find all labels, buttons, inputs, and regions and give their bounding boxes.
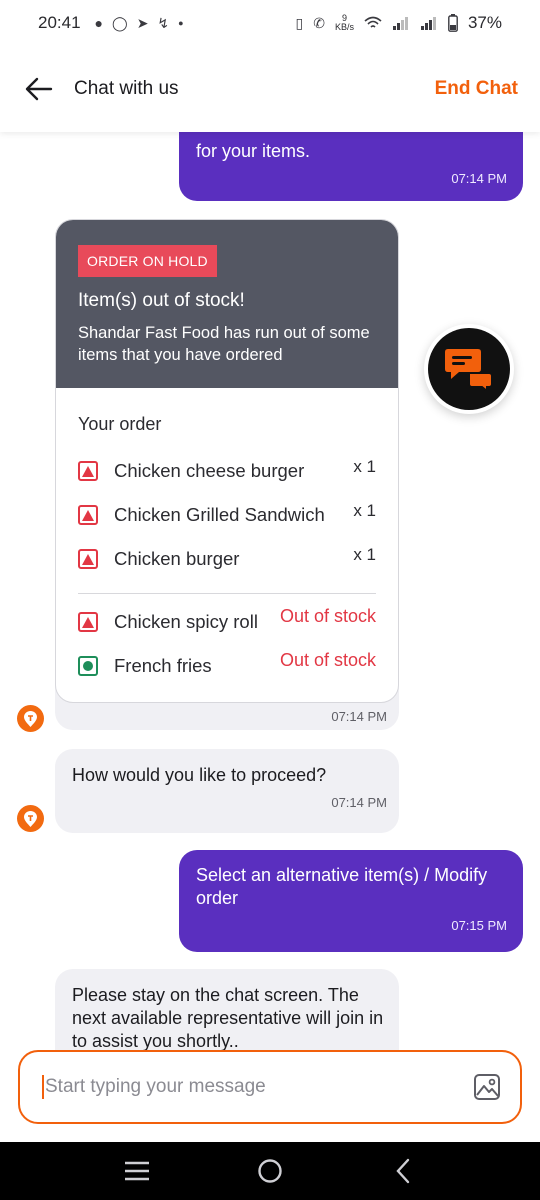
message-notification-icon: ●: [94, 15, 104, 31]
out-of-stock-item: French fries Out of stock: [78, 644, 376, 688]
out-of-stock-label: Out of stock: [279, 650, 376, 670]
swiggy-logo-icon: [17, 705, 44, 732]
battery-icon: [448, 14, 458, 32]
chat-header: Chat with us End Chat: [0, 46, 540, 132]
item-name: Chicken cheese burger: [114, 460, 305, 481]
order-item: Chicken cheese burger x 1: [78, 449, 376, 493]
order-on-hold-card: ORDER ON HOLD Item(s) out of stock! Shan…: [55, 219, 399, 703]
message-time: 07:14 PM: [331, 709, 387, 724]
telegram-icon: ➤: [136, 14, 149, 31]
item-quantity: x 1: [353, 545, 376, 564]
message-text: How would you like to proceed?: [72, 765, 327, 785]
out-of-stock-label: Out of stock: [279, 606, 376, 626]
item-name: Chicken burger: [114, 548, 240, 569]
back-arrow-icon: [25, 77, 53, 101]
order-item: Chicken Grilled Sandwich x 1: [78, 493, 376, 537]
recents-button[interactable]: [117, 1151, 157, 1191]
end-chat-button[interactable]: End Chat: [435, 78, 518, 100]
message-composer: [0, 1050, 540, 1142]
divider: [78, 593, 376, 594]
nav-recents-icon: [124, 1161, 149, 1181]
order-card-header: ORDER ON HOLD Item(s) out of stock! Shan…: [56, 220, 398, 388]
user-message-bubble: for your items. 07:14 PM: [179, 132, 523, 201]
order-item: Chicken burger x 1: [78, 537, 376, 581]
network-speed: 9 KB/s: [335, 14, 354, 32]
system-icons: ▯ ✆ 9 KB/s 37%: [296, 13, 503, 33]
swiggy-notification-icon: ↯: [157, 14, 170, 31]
your-order-label: Your order: [78, 414, 162, 434]
nav-home-icon: [258, 1159, 282, 1183]
out-of-stock-title: Item(s) out of stock!: [78, 290, 245, 311]
attach-image-button[interactable]: [472, 1072, 502, 1102]
wifi-icon: [364, 16, 382, 28]
message-text: for your items.: [196, 141, 311, 161]
item-name: French fries: [114, 655, 212, 676]
more-notifications-dot-icon: ●: [178, 18, 184, 28]
message-input-container[interactable]: [18, 1050, 522, 1124]
image-icon: [474, 1074, 500, 1100]
home-button[interactable]: [250, 1151, 290, 1191]
out-of-stock-description: Shandar Fast Food has run out of some it…: [78, 324, 370, 364]
non-veg-icon: [78, 612, 98, 632]
battery-percent: 37%: [467, 13, 502, 32]
volte-call-icon: ✆: [313, 14, 325, 31]
message-time: 07:15 PM: [451, 918, 507, 933]
bot-message-bubble: How would you like to proceed? 07:14 PM: [55, 749, 399, 833]
message-time: 07:14 PM: [331, 795, 387, 810]
non-veg-icon: [78, 549, 98, 569]
message-input[interactable]: [45, 1076, 472, 1098]
back-nav-button[interactable]: [383, 1151, 423, 1191]
item-quantity: x 1: [353, 457, 376, 476]
chat-support-icon: [428, 328, 510, 410]
message-text: Select an alternative item(s) / Modify o…: [196, 865, 488, 908]
order-items: Your order Chicken cheese burger x 1 Chi…: [56, 388, 398, 688]
floating-chat-support-button[interactable]: [424, 324, 514, 414]
user-message-bubble: Select an alternative item(s) / Modify o…: [179, 850, 523, 952]
order-status-message: ORDER ON HOLD Item(s) out of stock! Shan…: [55, 219, 399, 730]
chat-messages[interactable]: for your items. 07:14 PM ORDER ON HOLD I…: [0, 132, 540, 1050]
message-text: Please stay on the chat screen. The next…: [72, 985, 384, 1050]
item-name: Chicken spicy roll: [114, 611, 258, 632]
non-veg-icon: [78, 505, 98, 525]
signal-2-icon: [420, 17, 436, 30]
status-bar: 20:41 ● ◯ ➤ ↯ ● ▯ ✆ 9 KB/s 37%: [0, 0, 540, 46]
item-name: Chicken Grilled Sandwich: [114, 504, 325, 525]
status-time: 20:41: [38, 13, 81, 32]
vibrate-icon: ▯: [295, 14, 304, 31]
bot-message-bubble: Please stay on the chat screen. The next…: [55, 969, 399, 1050]
out-of-stock-item: Chicken spicy roll Out of stock: [78, 600, 376, 644]
system-navigation-bar: [0, 1142, 540, 1200]
text-cursor: [42, 1075, 44, 1099]
page-title: Chat with us: [74, 78, 179, 99]
message-time: 07:14 PM: [451, 171, 507, 186]
back-button[interactable]: [22, 72, 56, 106]
swiggy-logo-icon: [17, 805, 44, 832]
non-veg-icon: [78, 461, 98, 481]
item-quantity: x 1: [353, 501, 376, 520]
notification-icons: ● ◯ ➤ ↯ ●: [95, 15, 184, 32]
nav-back-icon: [396, 1158, 410, 1184]
veg-icon: [78, 656, 98, 676]
whatsapp-icon: ◯: [112, 14, 128, 31]
signal-1-icon: [392, 17, 408, 30]
network-speed-unit: KB/s: [334, 22, 354, 32]
order-on-hold-badge: ORDER ON HOLD: [78, 245, 217, 277]
